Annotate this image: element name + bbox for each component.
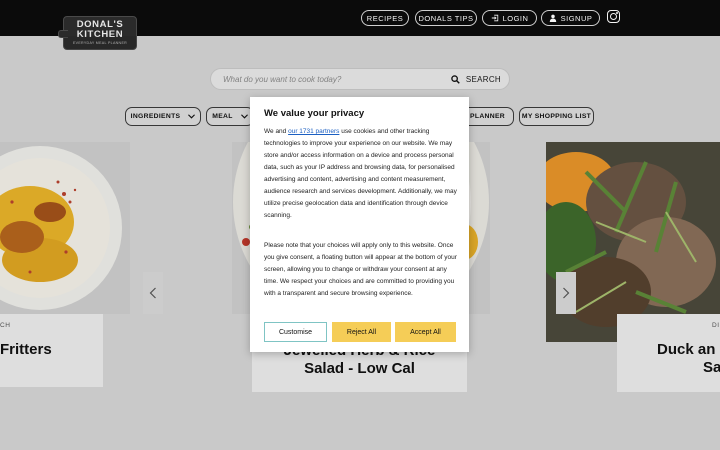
login-icon	[491, 14, 498, 22]
nav-recipes-label: RECIPES	[366, 13, 404, 23]
consent-paragraph-1: We and our 1731 partners use cookies and…	[264, 126, 458, 222]
nav-donals-tips-label: DONALS TIPS	[418, 13, 474, 23]
consent-p1-rest: use cookies and other tracking technolog…	[264, 128, 457, 219]
consent-p1-start: We and	[264, 128, 289, 135]
nav-recipes-button[interactable]: RECIPES	[361, 10, 409, 26]
instagram-icon[interactable]	[607, 10, 620, 23]
consent-title: We value your privacy	[264, 108, 365, 119]
top-navigation-bar: DONAL'S KITCHEN EVERYDAY MEAL PLANNER RE…	[0, 0, 720, 50]
customise-button[interactable]: Customise	[264, 322, 327, 342]
nav-login-button[interactable]: LOGIN	[482, 10, 537, 26]
nav-signup-button[interactable]: SIGNUP	[541, 10, 600, 26]
user-icon	[549, 14, 556, 22]
privacy-consent-dialog: We value your privacy We and our 1731 pa…	[250, 97, 469, 352]
accept-all-button[interactable]: Accept All	[395, 322, 456, 342]
nav-login-label: LOGIN	[502, 13, 529, 23]
nav-signup-label: SIGNUP	[560, 13, 593, 23]
partners-link[interactable]: our 1731 partners	[288, 128, 339, 135]
consent-paragraph-2: Please note that your choices will apply…	[264, 242, 457, 297]
reject-all-button[interactable]: Reject All	[332, 322, 391, 342]
nav-donals-tips-button[interactable]: DONALS TIPS	[415, 10, 477, 26]
